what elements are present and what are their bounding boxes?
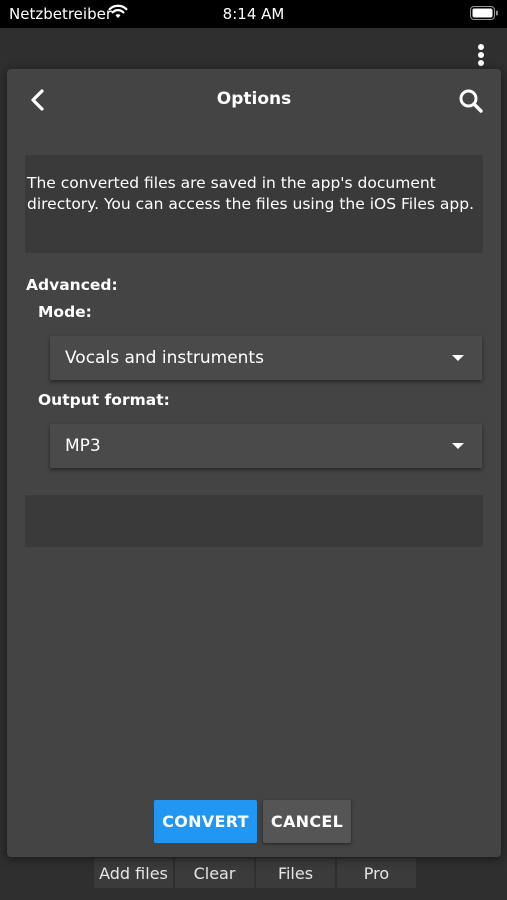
clear-button[interactable]: Clear: [175, 858, 254, 888]
dialog-header: Options: [7, 69, 501, 131]
mode-select-value: Vocals and instruments: [65, 348, 264, 368]
output-format-select-value: MP3: [65, 436, 101, 456]
output-format-label: Output format:: [38, 391, 170, 409]
advanced-label: Advanced:: [26, 276, 118, 294]
convert-button[interactable]: CONVERT: [154, 800, 257, 843]
add-files-button[interactable]: Add files: [94, 858, 173, 888]
caret-down-icon: [452, 355, 464, 361]
mode-select[interactable]: Vocals and instruments: [50, 336, 482, 380]
mode-label: Mode:: [38, 303, 92, 321]
info-text: The converted files are saved in the app…: [27, 174, 475, 213]
more-vertical-icon[interactable]: [477, 44, 485, 68]
output-format-select[interactable]: MP3: [50, 424, 482, 468]
empty-panel: [25, 495, 483, 547]
search-icon[interactable]: [457, 87, 485, 115]
bottom-toolbar: Add files Clear Files Pro: [94, 858, 416, 888]
pro-button[interactable]: Pro: [337, 858, 416, 888]
status-bar: Netzbetreiber 8:14 AM: [0, 0, 507, 28]
battery-icon: [470, 6, 498, 24]
info-panel: The converted files are saved in the app…: [25, 155, 483, 253]
caret-down-icon: [452, 443, 464, 449]
files-button[interactable]: Files: [256, 858, 335, 888]
cancel-button[interactable]: CANCEL: [263, 800, 351, 843]
dialog-title: Options: [216, 89, 292, 109]
options-dialog: Options The converted files are saved in…: [7, 69, 501, 857]
status-time: 8:14 AM: [222, 5, 285, 23]
